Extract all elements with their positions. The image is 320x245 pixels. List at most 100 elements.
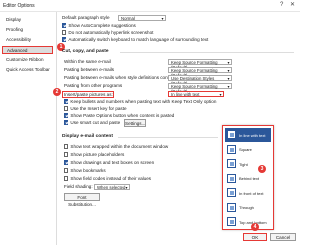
hyperlink-label: Do not automatically hyperlink screensho… <box>68 30 154 35</box>
smart-cut-checkbox[interactable] <box>64 120 69 125</box>
keyboard-switch-option[interactable]: Automatically switch keyboard to match l… <box>62 37 208 43</box>
section-heading-display-email: Display e-mail content <box>62 134 113 139</box>
paste-between-emails-select[interactable]: Keep Source Formatting (Default)▾ <box>168 67 232 78</box>
drawings-option[interactable]: Show drawings and text boxes on screen <box>64 160 154 166</box>
drawings-label: Show drawings and text boxes on screen <box>70 160 155 165</box>
top-bottom-icon <box>227 217 236 226</box>
picture-placeholders-label: Show picture placeholders <box>70 152 125 157</box>
square-wrap-icon <box>227 144 236 154</box>
picture-placeholders-checkbox[interactable] <box>64 152 69 157</box>
paste-row-label: Within the same e-mail <box>64 59 111 64</box>
default-paragraph-style-value: Normal <box>121 16 135 21</box>
callout-4: 4 <box>251 223 259 231</box>
settings-button[interactable]: Settings... <box>124 119 146 127</box>
window-title: Editor Options <box>3 3 35 9</box>
cancel-button[interactable]: Cancel <box>270 233 296 241</box>
wrap-option-label: Tight <box>239 161 248 167</box>
bookmarks-label: Show bookmarks <box>70 168 106 173</box>
paste-row-label: Pasting between e-mails <box>64 67 115 72</box>
keyboard-switch-checkbox[interactable] <box>62 37 67 42</box>
wrap-option-top-bottom[interactable]: Top and bottom <box>225 215 271 229</box>
bookmarks-checkbox[interactable] <box>64 168 69 173</box>
paste-row-label: Pasting between e-mails when style defin… <box>64 75 175 80</box>
sidebar-item-advanced[interactable]: Advanced <box>2 46 53 54</box>
ok-button[interactable]: OK <box>243 233 267 241</box>
chevron-down-icon: ▾ <box>227 84 230 89</box>
wrap-option-label: Behind text <box>239 176 260 181</box>
close-button[interactable]: ✕ <box>290 2 295 9</box>
insert-paste-label: Insert/paste pictures as: <box>64 91 113 97</box>
hyperlink-option[interactable]: Do not automatically hyperlink screensho… <box>62 30 153 36</box>
wrap-option-label: Through <box>239 205 254 210</box>
chevron-down-icon: ▾ <box>227 60 230 65</box>
wrap-style-dropdown: In line with text Square Tight Behind te… <box>222 125 274 230</box>
sidebar-item-display[interactable]: Display <box>2 16 53 24</box>
sidebar: Display Proofing Accessibility Advanced … <box>0 12 57 245</box>
autocomplete-label: Show AutoComplete suggestions <box>68 23 136 28</box>
paste-within-email-select[interactable]: Keep Source Formatting (Default)▾ <box>168 59 232 70</box>
field-shading-value: When selected <box>97 185 126 190</box>
keep-bullets-option[interactable]: Keep bullets and numbers when pasting te… <box>64 99 216 105</box>
smart-cut-label: Use smart cut and paste <box>70 120 121 125</box>
field-shading-label: Field shading: <box>64 184 93 189</box>
chevron-down-icon: ▾ <box>161 16 164 21</box>
field-codes-option[interactable]: Show field codes instead of their values <box>64 176 151 182</box>
picture-placeholders-option[interactable]: Show picture placeholders <box>64 152 124 158</box>
paste-row-label: Pasting from other programs <box>64 83 123 88</box>
insert-paste-value: In line with text <box>171 92 200 97</box>
smart-cut-option[interactable]: Use smart cut and paste <box>64 120 120 126</box>
wrap-option-label: Square <box>239 147 252 152</box>
field-shading-select[interactable]: When selected ▾ <box>94 184 130 190</box>
keep-bullets-checkbox[interactable] <box>64 99 69 104</box>
in-line-icon <box>227 130 236 139</box>
field-codes-label: Show field codes instead of their values <box>70 176 152 181</box>
wrap-option-label: In line with text <box>239 132 266 138</box>
insert-key-label: Use the Insert key for paste <box>70 106 127 111</box>
wrap-option-behind-text[interactable]: Behind text <box>225 172 271 186</box>
through-wrap-icon <box>227 202 236 212</box>
section-divider <box>118 137 218 138</box>
bookmarks-option[interactable]: Show bookmarks <box>64 168 106 174</box>
default-paragraph-style-label: Default paragraph style <box>62 15 110 20</box>
chevron-down-icon: ▾ <box>219 92 222 97</box>
default-paragraph-style-select[interactable]: Normal ▾ <box>118 15 166 21</box>
drawings-checkbox[interactable] <box>64 160 69 165</box>
show-paste-options-label: Show Paste Options button when content i… <box>70 113 175 118</box>
wrap-option-square[interactable]: Square <box>225 143 271 157</box>
insert-key-checkbox[interactable] <box>64 106 69 111</box>
wrap-text-option[interactable]: Show text wrapped within the document wi… <box>64 144 168 150</box>
insert-key-option[interactable]: Use the Insert key for paste <box>64 106 127 112</box>
callout-2: 2 <box>53 88 61 96</box>
field-codes-checkbox[interactable] <box>64 176 69 181</box>
sidebar-item-accessibility[interactable]: Accessibility <box>2 36 53 44</box>
wrap-option-in-line[interactable]: In line with text <box>225 128 271 142</box>
wrap-text-label: Show text wrapped within the document wi… <box>70 144 169 149</box>
font-substitution-button[interactable]: Font Substitution... <box>64 193 100 207</box>
chevron-down-icon: ▾ <box>227 68 230 73</box>
wrap-option-label: In front of text <box>239 190 264 196</box>
callout-3: 3 <box>258 165 266 173</box>
help-button[interactable]: ? <box>280 2 283 9</box>
wrap-option-in-front[interactable]: In front of text <box>225 186 271 200</box>
keyboard-switch-label: Automatically switch keyboard to match l… <box>68 37 209 42</box>
wrap-option-through[interactable]: Through <box>225 201 271 215</box>
behind-text-icon <box>227 173 236 183</box>
title-bar: Editor Options ? ✕ <box>0 0 300 12</box>
hyperlink-checkbox[interactable] <box>62 30 67 35</box>
paste-other-programs-select[interactable]: Keep Source Formatting (Default)▾ <box>168 83 232 94</box>
in-front-icon <box>227 188 236 197</box>
sidebar-item-customize-ribbon[interactable]: Customize Ribbon <box>2 56 53 64</box>
insert-paste-select[interactable]: In line with text ▾ <box>168 91 224 97</box>
sidebar-item-proofing[interactable]: Proofing <box>2 26 53 34</box>
sidebar-item-quick-access-toolbar[interactable]: Quick Access Toolbar <box>2 66 53 74</box>
autocomplete-option[interactable]: Show AutoComplete suggestions <box>62 23 136 29</box>
paste-conflict-select[interactable]: Use Destination Styles (Default)▾ <box>168 75 232 86</box>
keep-bullets-label: Keep bullets and numbers when pasting te… <box>70 99 217 104</box>
section-heading-cut-copy-paste: Cut, copy, and paste <box>62 49 109 54</box>
autocomplete-checkbox[interactable] <box>62 23 67 28</box>
chevron-down-icon: ▾ <box>227 76 230 81</box>
show-paste-options-option[interactable]: Show Paste Options button when content i… <box>64 113 174 119</box>
section-divider <box>120 52 294 53</box>
wrap-text-checkbox[interactable] <box>64 144 69 149</box>
show-paste-options-checkbox[interactable] <box>64 113 69 118</box>
